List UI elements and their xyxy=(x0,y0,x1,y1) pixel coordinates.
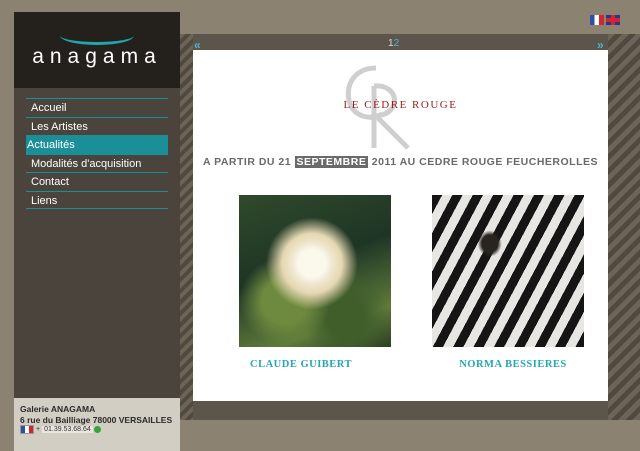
nav-item-contact[interactable]: Contact xyxy=(26,172,168,191)
language-switcher xyxy=(590,15,620,25)
pager: 12 xyxy=(388,38,399,49)
nav-item-actualites[interactable]: Actualités xyxy=(26,135,168,154)
nav-item-accueil[interactable]: Accueil xyxy=(26,98,168,117)
logo-arc-icon xyxy=(60,26,134,45)
nav-item-modalites[interactable]: Modalités d'acquisition xyxy=(26,153,168,173)
nav-item-les-artistes[interactable]: Les Artistes xyxy=(26,116,168,136)
artwork-rose-image[interactable] xyxy=(239,195,391,347)
page-link-2[interactable]: 2 xyxy=(394,38,400,49)
flag-uk-icon[interactable] xyxy=(606,15,620,25)
gallery-footer: Galerie ANAGAMA 6 rue du Bailliage 78000… xyxy=(14,398,180,451)
logo[interactable]: anagama xyxy=(14,12,180,88)
artist-link-norma-bessieres[interactable]: NORMA BESSIERES xyxy=(428,359,598,370)
flag-fr-icon[interactable] xyxy=(590,15,604,25)
phone-prefix: + xyxy=(36,426,41,433)
headline-highlight: SEPTEMBRE xyxy=(294,156,369,168)
phone-number[interactable]: 01.39.53.68.64 xyxy=(42,426,93,433)
gallery-address: 6 rue du Bailliage 78000 VERSAILLES xyxy=(20,415,173,425)
call-icon[interactable] xyxy=(93,426,101,433)
artwork-zebra-image[interactable] xyxy=(432,195,584,347)
flag-fr-small-icon xyxy=(20,425,34,434)
main-nav: Accueil Les Artistes Actualités Modalité… xyxy=(26,98,168,209)
frame-stripe-left xyxy=(180,34,193,420)
headline-post: 2011 AU CEDRE ROUGE FEUCHEROLLES xyxy=(371,156,599,168)
frame-stripe-right xyxy=(608,34,640,420)
venue-title: LE CÈDRE ROUGE xyxy=(343,99,458,111)
logo-text: anagama xyxy=(32,45,162,68)
phone-widget[interactable]: + 01.39.53.68.64 xyxy=(20,425,101,434)
headline-pre: A PARTIR DU 21 xyxy=(202,156,292,168)
bottom-band xyxy=(180,420,640,451)
event-headline: A PARTIR DU 21 SEPTEMBRE 2011 AU CEDRE R… xyxy=(193,156,608,168)
artist-link-claude-guibert[interactable]: CLAUDE GUIBERT xyxy=(216,359,386,370)
nav-item-liens[interactable]: Liens xyxy=(26,190,168,209)
gallery-name: Galerie ANAGAMA xyxy=(20,404,96,414)
